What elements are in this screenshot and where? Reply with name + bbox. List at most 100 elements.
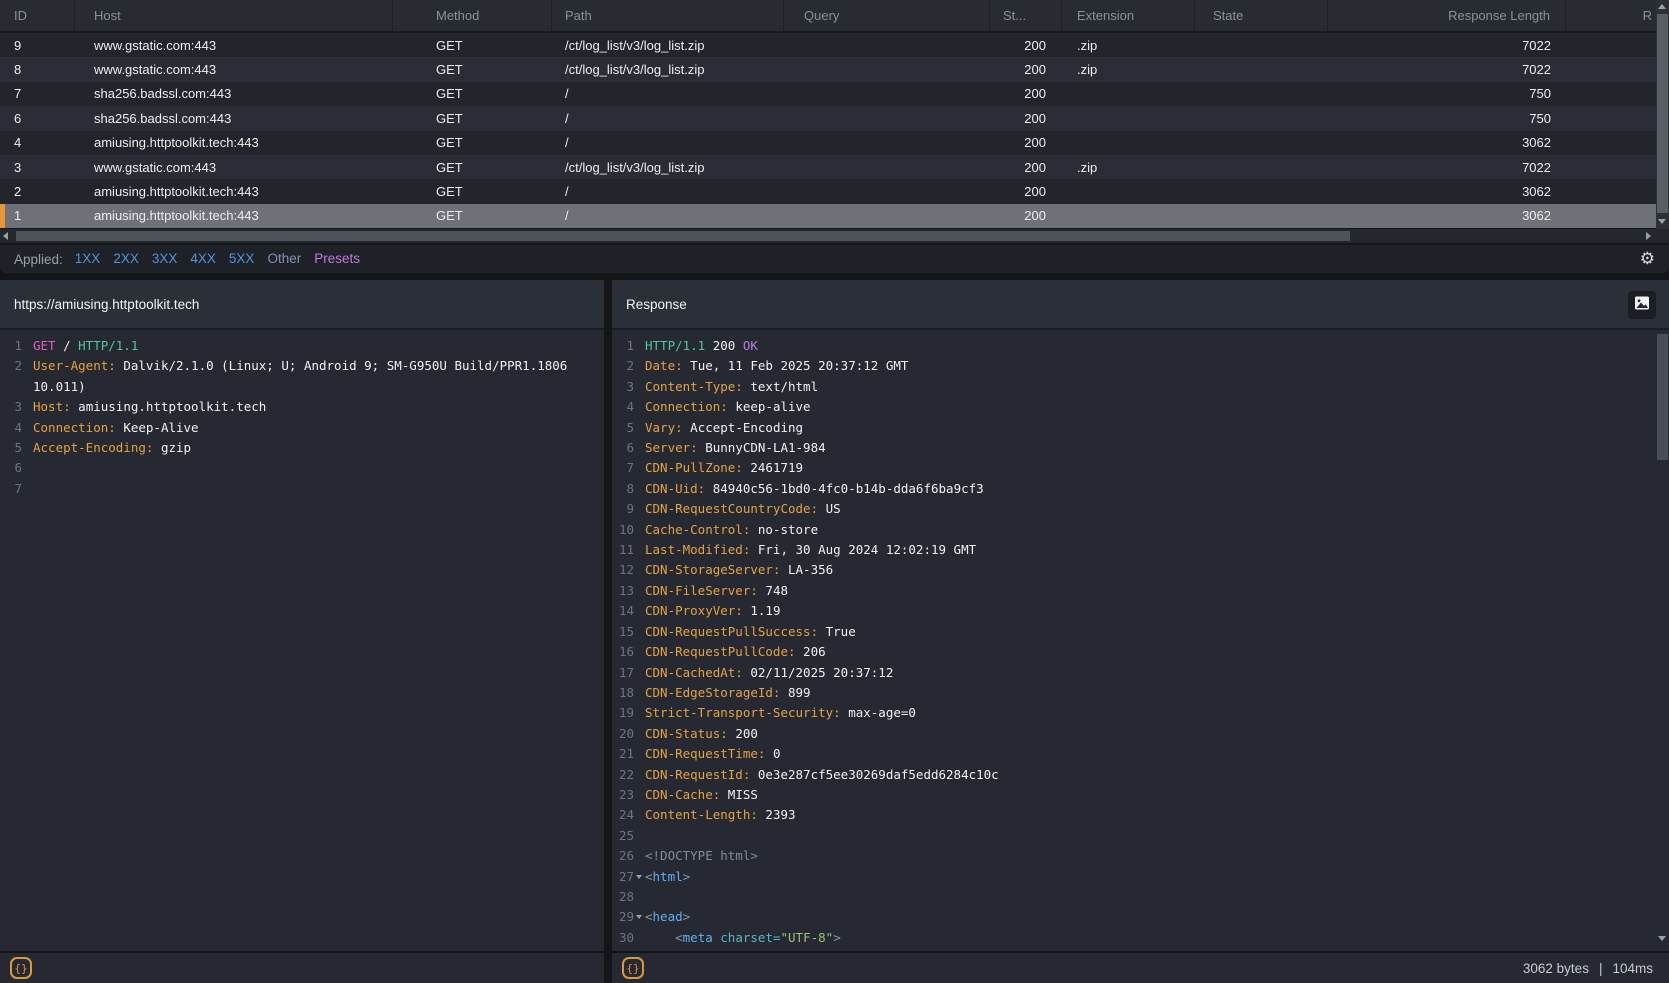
line-number: 19: [616, 703, 634, 723]
table-row[interactable]: 8www.gstatic.com:443GET/ct/log_list/v3/l…: [0, 57, 1669, 81]
table-row[interactable]: 4amiusing.httptoolkit.tech:443GET/200306…: [0, 131, 1669, 155]
cell-length: 750: [1328, 86, 1566, 101]
scroll-down-icon[interactable]: [1658, 219, 1666, 224]
filter-link-presets[interactable]: Presets: [314, 251, 360, 266]
request-line: 5Accept-Encoding: gzip: [0, 438, 604, 458]
scroll-left-icon[interactable]: [3, 232, 8, 240]
code-text: CDN-EdgeStorageId: 899: [645, 683, 811, 703]
table-vscroll-thumb[interactable]: [1657, 14, 1668, 213]
table-row[interactable]: 9www.gstatic.com:443GET/ct/log_list/v3/l…: [0, 33, 1669, 57]
line-number: 2: [4, 356, 22, 397]
column-header-method[interactable]: Method: [393, 0, 552, 31]
cell-length: 7022: [1328, 62, 1566, 77]
line-number: 30: [616, 928, 634, 948]
code-text: CDN-RequestPullSuccess: True: [645, 622, 856, 642]
image-preview-button[interactable]: [1628, 291, 1656, 319]
cell-id: 6: [0, 111, 75, 126]
code-text: Last-Modified: Fri, 30 Aug 2024 12:02:19…: [645, 540, 976, 560]
response-line: 23CDN-Cache: MISS: [612, 785, 1669, 805]
format-request-button[interactable]: {}: [10, 957, 32, 979]
gear-icon[interactable]: ⚙: [1640, 249, 1655, 269]
request-line: 6: [0, 458, 604, 478]
column-header-extension[interactable]: Extension: [1062, 0, 1195, 31]
cell-method: GET: [393, 208, 552, 223]
table-horizontal-scrollbar[interactable]: [0, 229, 1669, 243]
cell-id: 8: [0, 62, 75, 77]
line-number: 1: [616, 336, 634, 356]
code-text: CDN-Status: 200: [645, 724, 758, 744]
cell-extension: .zip: [1062, 160, 1195, 175]
cell-path: /ct/log_list/v3/log_list.zip: [552, 160, 784, 175]
scroll-up-icon[interactable]: [1658, 4, 1666, 9]
filter-link-other[interactable]: Other: [267, 251, 301, 266]
cell-path: /: [552, 86, 784, 101]
code-text: Content-Length: 2393: [645, 805, 796, 825]
cell-status: 200: [990, 208, 1062, 223]
response-line: 9CDN-RequestCountryCode: US: [612, 499, 1669, 519]
table-row[interactable]: 2amiusing.httptoolkit.tech:443GET/200306…: [0, 179, 1669, 203]
column-header-path[interactable]: Path: [552, 0, 784, 31]
table-row[interactable]: 7sha256.badssl.com:443GET/200750: [0, 82, 1669, 106]
response-line: 19Strict-Transport-Security: max-age=0: [612, 703, 1669, 723]
cell-host: sha256.badssl.com:443: [75, 86, 393, 101]
response-vscroll-thumb[interactable]: [1657, 334, 1668, 460]
filter-link-1xx[interactable]: 1XX: [75, 251, 101, 266]
line-number: 3: [616, 377, 634, 397]
filter-link-4xx[interactable]: 4XX: [190, 251, 216, 266]
response-line: 24Content-Length: 2393: [612, 805, 1669, 825]
column-header-length[interactable]: Response Length: [1328, 0, 1566, 31]
response-line: 6Server: BunnyCDN-LA1-984: [612, 438, 1669, 458]
fold-chevron-icon[interactable]: [636, 875, 642, 879]
cell-method: GET: [393, 111, 552, 126]
fold-chevron-icon[interactable]: [636, 915, 642, 919]
column-header-state[interactable]: State: [1195, 0, 1328, 31]
column-header-query[interactable]: Query: [784, 0, 990, 31]
line-number: 29: [616, 907, 634, 927]
line-number: 2: [616, 356, 634, 376]
cell-length: 3062: [1328, 208, 1566, 223]
line-number: 6: [616, 438, 634, 458]
cell-status: 200: [990, 184, 1062, 199]
cell-host: www.gstatic.com:443: [75, 38, 393, 53]
request-table-header: IDHostMethodPathQuerySt...ExtensionState…: [0, 0, 1669, 33]
cell-path: /: [552, 111, 784, 126]
cell-path: /: [552, 135, 784, 150]
cell-status: 200: [990, 38, 1062, 53]
table-row[interactable]: 6sha256.badssl.com:443GET/200750: [0, 106, 1669, 130]
cell-path: /: [552, 184, 784, 199]
code-text: CDN-ProxyVer: 1.19: [645, 601, 780, 621]
code-text: CDN-CachedAt: 02/11/2025 20:37:12: [645, 663, 893, 683]
cell-extension: .zip: [1062, 38, 1195, 53]
column-header-host[interactable]: Host: [75, 0, 393, 31]
request-panel-footer: {}: [0, 951, 604, 983]
table-vertical-scrollbar[interactable]: [1656, 0, 1669, 229]
response-line: 14CDN-ProxyVer: 1.19: [612, 601, 1669, 621]
code-text: CDN-RequestId: 0e3e287cf5ee30269daf5edd6…: [645, 765, 999, 785]
column-header-id[interactable]: ID: [0, 0, 75, 31]
column-header-status[interactable]: St...: [990, 0, 1062, 31]
line-number: 9: [616, 499, 634, 519]
line-number: 13: [616, 581, 634, 601]
filter-link-5xx[interactable]: 5XX: [229, 251, 255, 266]
table-hscroll-thumb[interactable]: [16, 231, 1350, 241]
filter-link-2xx[interactable]: 2XX: [113, 251, 139, 266]
response-line: 27<html>: [612, 867, 1669, 887]
line-number: 1: [4, 336, 22, 356]
table-row[interactable]: 1amiusing.httptoolkit.tech:443GET/200306…: [0, 204, 1669, 228]
response-line: 16CDN-RequestPullCode: 206: [612, 642, 1669, 662]
line-number: 3: [4, 397, 22, 417]
code-text: Connection: Keep-Alive: [33, 418, 199, 438]
response-scroll-down-icon[interactable]: [1658, 936, 1666, 941]
applied-filters-label: Applied:: [14, 252, 63, 267]
scroll-right-icon[interactable]: [1646, 232, 1651, 240]
cell-status: 200: [990, 135, 1062, 150]
filter-links: 1XX 2XX 3XX 4XX 5XX Other Presets: [75, 250, 373, 268]
filter-link-3xx[interactable]: 3XX: [152, 251, 178, 266]
table-row[interactable]: 3www.gstatic.com:443GET/ct/log_list/v3/l…: [0, 155, 1669, 179]
line-number: 27: [616, 867, 634, 887]
response-vertical-scrollbar[interactable]: [1656, 330, 1669, 951]
response-time: 104ms: [1612, 961, 1653, 976]
format-response-button[interactable]: {}: [622, 957, 644, 979]
code-text: GET / HTTP/1.1: [33, 336, 138, 356]
column-header-r[interactable]: R: [1566, 0, 1669, 31]
